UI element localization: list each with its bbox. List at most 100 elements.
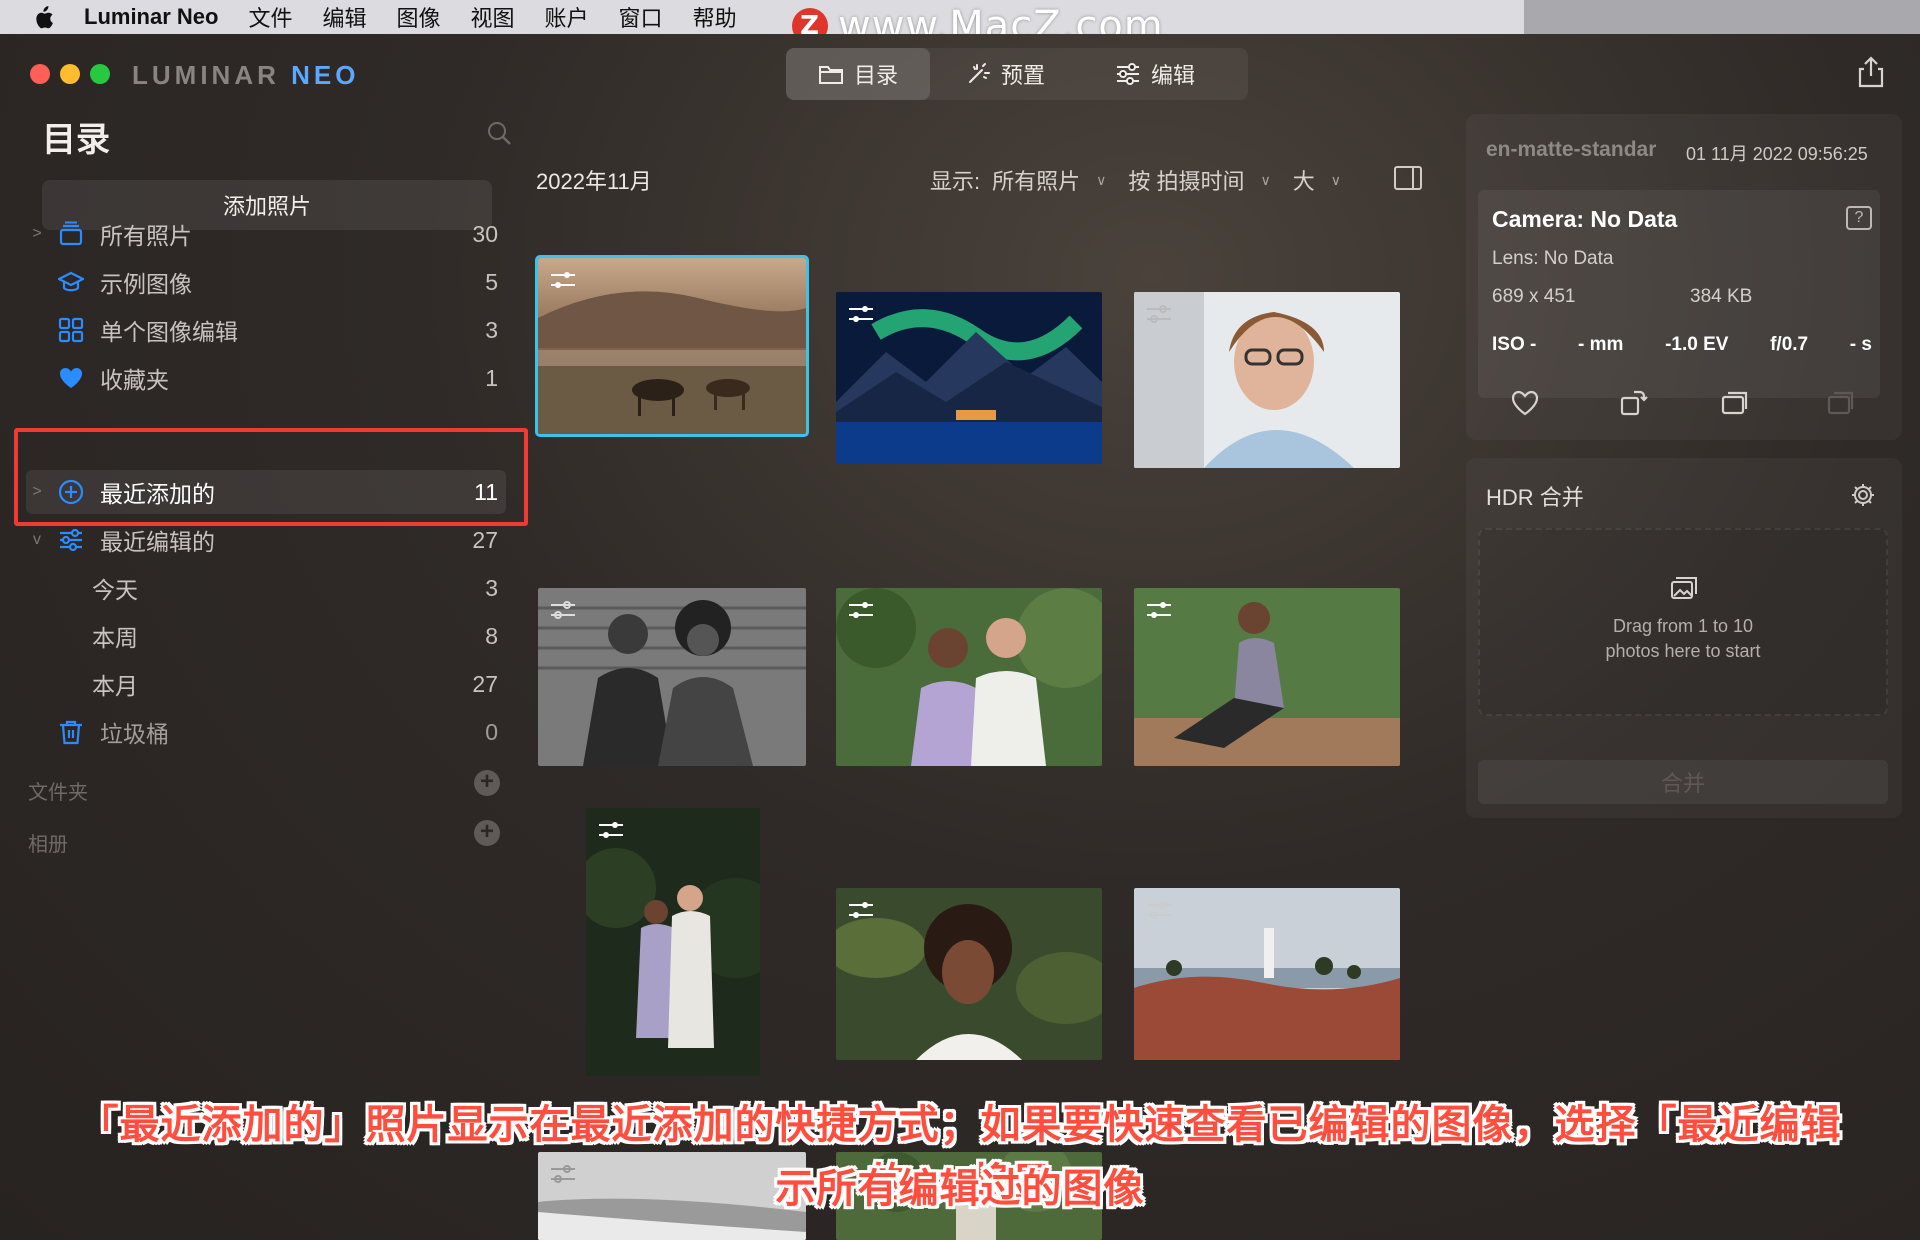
gear-icon[interactable]	[1850, 482, 1876, 508]
folder-icon	[818, 66, 843, 84]
toggle-side-panel-icon[interactable]	[1394, 166, 1422, 190]
logo-text: LUMINAR	[132, 60, 292, 90]
sidebar-item-count: 27	[472, 670, 498, 697]
photo-thumbnail-bw-couple[interactable]	[538, 588, 806, 766]
heart-icon	[58, 365, 84, 391]
photo-thumbnail-couple-garden[interactable]	[836, 588, 1102, 766]
sidebar-item-count: 3	[485, 316, 498, 343]
couple-forest-image	[586, 808, 760, 1076]
mode-tabs: 目录 预置 编辑	[786, 48, 1248, 100]
menu-file[interactable]: 文件	[248, 1, 292, 33]
info-lens: Lens: No Data	[1492, 248, 1614, 269]
logo-text-accent: NEO	[291, 60, 360, 90]
tab-catalog-label: 目录	[853, 63, 898, 88]
menu-help[interactable]: 帮助	[693, 1, 737, 33]
sort-dropdown[interactable]: 按 拍摄时间	[1128, 164, 1244, 196]
photo-thumbnail-aurora[interactable]	[836, 292, 1102, 464]
sidebar-item-count: 27	[472, 526, 498, 553]
sidebar-item-all-photos[interactable]: > 所有照片 30	[26, 212, 506, 256]
help-icon[interactable]: ?	[1846, 206, 1872, 230]
menu-window[interactable]: 窗口	[619, 1, 663, 33]
sidebar-item-trash[interactable]: 垃圾桶 0	[26, 710, 506, 754]
sidebar-subitem-this-week[interactable]: 本周 8	[26, 614, 506, 658]
info-filename: en-matte-standard	[1486, 138, 1656, 161]
sidebar-item-label: 所有照片	[100, 223, 192, 249]
photo-thumbnail-portrait-leaves[interactable]	[836, 888, 1102, 1060]
photo-thumbnail-horses[interactable]	[535, 255, 809, 437]
annotation-highlight-box	[14, 428, 528, 526]
chevron-down-icon: ∨	[1330, 171, 1342, 188]
horses-landscape-image	[538, 258, 806, 434]
sidebar-item-count: 8	[485, 622, 498, 649]
share-icon[interactable]	[1856, 56, 1886, 88]
menu-view[interactable]: 视图	[471, 1, 515, 33]
menu-account[interactable]: 账户	[545, 1, 589, 33]
sidebar-item-count: 5	[485, 268, 498, 295]
sidebar-subitem-this-month[interactable]: 本月 27	[26, 662, 506, 706]
tab-edit[interactable]: 编辑	[1080, 48, 1230, 100]
graduation-cap-icon	[58, 269, 84, 295]
sidebar-item-single-edits[interactable]: 单个图像编辑 3	[26, 308, 506, 352]
hdr-drop-instructions: Drag from 1 to 10 photos here to start	[1478, 614, 1888, 664]
hdr-drop-line1: Drag from 1 to 10	[1612, 616, 1754, 636]
sidebar-item-label: 本月	[92, 673, 138, 699]
chevron-right-icon[interactable]: >	[26, 225, 48, 243]
tab-presets[interactable]: 预置	[930, 48, 1080, 100]
zoom-window-button[interactable]	[90, 64, 110, 84]
thumb-size-dropdown[interactable]: 大	[1293, 164, 1315, 196]
edited-badge-icon	[550, 270, 576, 292]
app-menu[interactable]: Luminar Neo	[84, 4, 218, 30]
search-icon[interactable]	[486, 120, 512, 146]
copy-edits-icon[interactable]	[1826, 388, 1856, 418]
sidebar-subitem-today[interactable]: 今天 3	[26, 566, 506, 610]
hdr-merge-title: HDR 合并	[1486, 485, 1584, 510]
sidebar-item-count: 1	[485, 364, 498, 391]
section-folders-label: 文件夹	[28, 782, 88, 804]
exif-row: ISO - - mm -1.0 EV f/0.7 - s	[1492, 334, 1872, 356]
show-filter-dropdown[interactable]: 所有照片	[992, 164, 1080, 196]
exif-shutter: - s	[1849, 334, 1872, 355]
edited-badge-icon	[848, 900, 874, 922]
sliders-icon	[58, 527, 84, 553]
exif-focal-length: - mm	[1578, 334, 1624, 355]
sidebar-item-label: 最近编辑的	[100, 529, 215, 555]
show-filter-label: 显示:	[930, 169, 981, 194]
apple-icon[interactable]	[32, 6, 62, 29]
edited-badge-icon	[550, 600, 576, 622]
compare-icon[interactable]	[1720, 388, 1750, 418]
menu-edit[interactable]: 编辑	[322, 1, 366, 33]
chevron-down-icon: ∨	[1260, 171, 1271, 188]
photo-thumbnail-woman-sitting[interactable]	[1134, 588, 1400, 766]
sidebar-item-label: 示例图像	[100, 271, 192, 297]
info-dimensions: 689 x 451	[1492, 286, 1576, 307]
photo-thumbnail-glasses-woman[interactable]	[1134, 292, 1400, 468]
photos-icon	[1670, 576, 1698, 602]
favorite-heart-icon[interactable]	[1510, 388, 1540, 418]
grid-filters: 显示: 所有照片 ∨ 按 拍摄时间 ∨ 大 ∨	[930, 164, 1351, 196]
info-filesize: 384 KB	[1690, 286, 1753, 307]
lighthouse-cliff-image	[1134, 888, 1400, 1060]
photo-thumbnail-couple-forest[interactable]	[586, 808, 760, 1076]
merge-button[interactable]: 合并	[1478, 760, 1888, 804]
photo-thumbnail-lighthouse[interactable]	[1134, 888, 1400, 1060]
sidebar-item-sample-images[interactable]: 示例图像 5	[26, 260, 506, 304]
sidebar-item-label: 垃圾桶	[100, 721, 169, 747]
add-album-icon[interactable]: +	[474, 820, 500, 846]
menu-image[interactable]: 图像	[397, 1, 441, 33]
app-window: LUMINAR NEO 目录 预置 编辑 目录 添加照片 > 所有照片 30 示…	[0, 34, 1920, 1240]
smiling-woman-image	[1134, 292, 1400, 468]
edited-badge-icon	[848, 304, 874, 326]
chevron-down-icon[interactable]: v	[26, 531, 48, 549]
sidebar-item-favorites[interactable]: 收藏夹 1	[26, 356, 506, 400]
sidebar-item-count: 0	[485, 718, 498, 745]
rotate-icon[interactable]	[1618, 388, 1648, 418]
trash-icon	[58, 719, 84, 745]
close-window-button[interactable]	[30, 64, 50, 84]
woman-sitting-image	[1134, 588, 1400, 766]
add-folder-icon[interactable]: +	[474, 770, 500, 796]
hdr-drop-line2: photos here to start	[1605, 641, 1761, 661]
minimize-window-button[interactable]	[60, 64, 80, 84]
tab-catalog[interactable]: 目录	[786, 48, 930, 100]
sidebar-item-label: 今天	[92, 577, 138, 603]
chevron-down-icon: ∨	[1096, 171, 1107, 188]
